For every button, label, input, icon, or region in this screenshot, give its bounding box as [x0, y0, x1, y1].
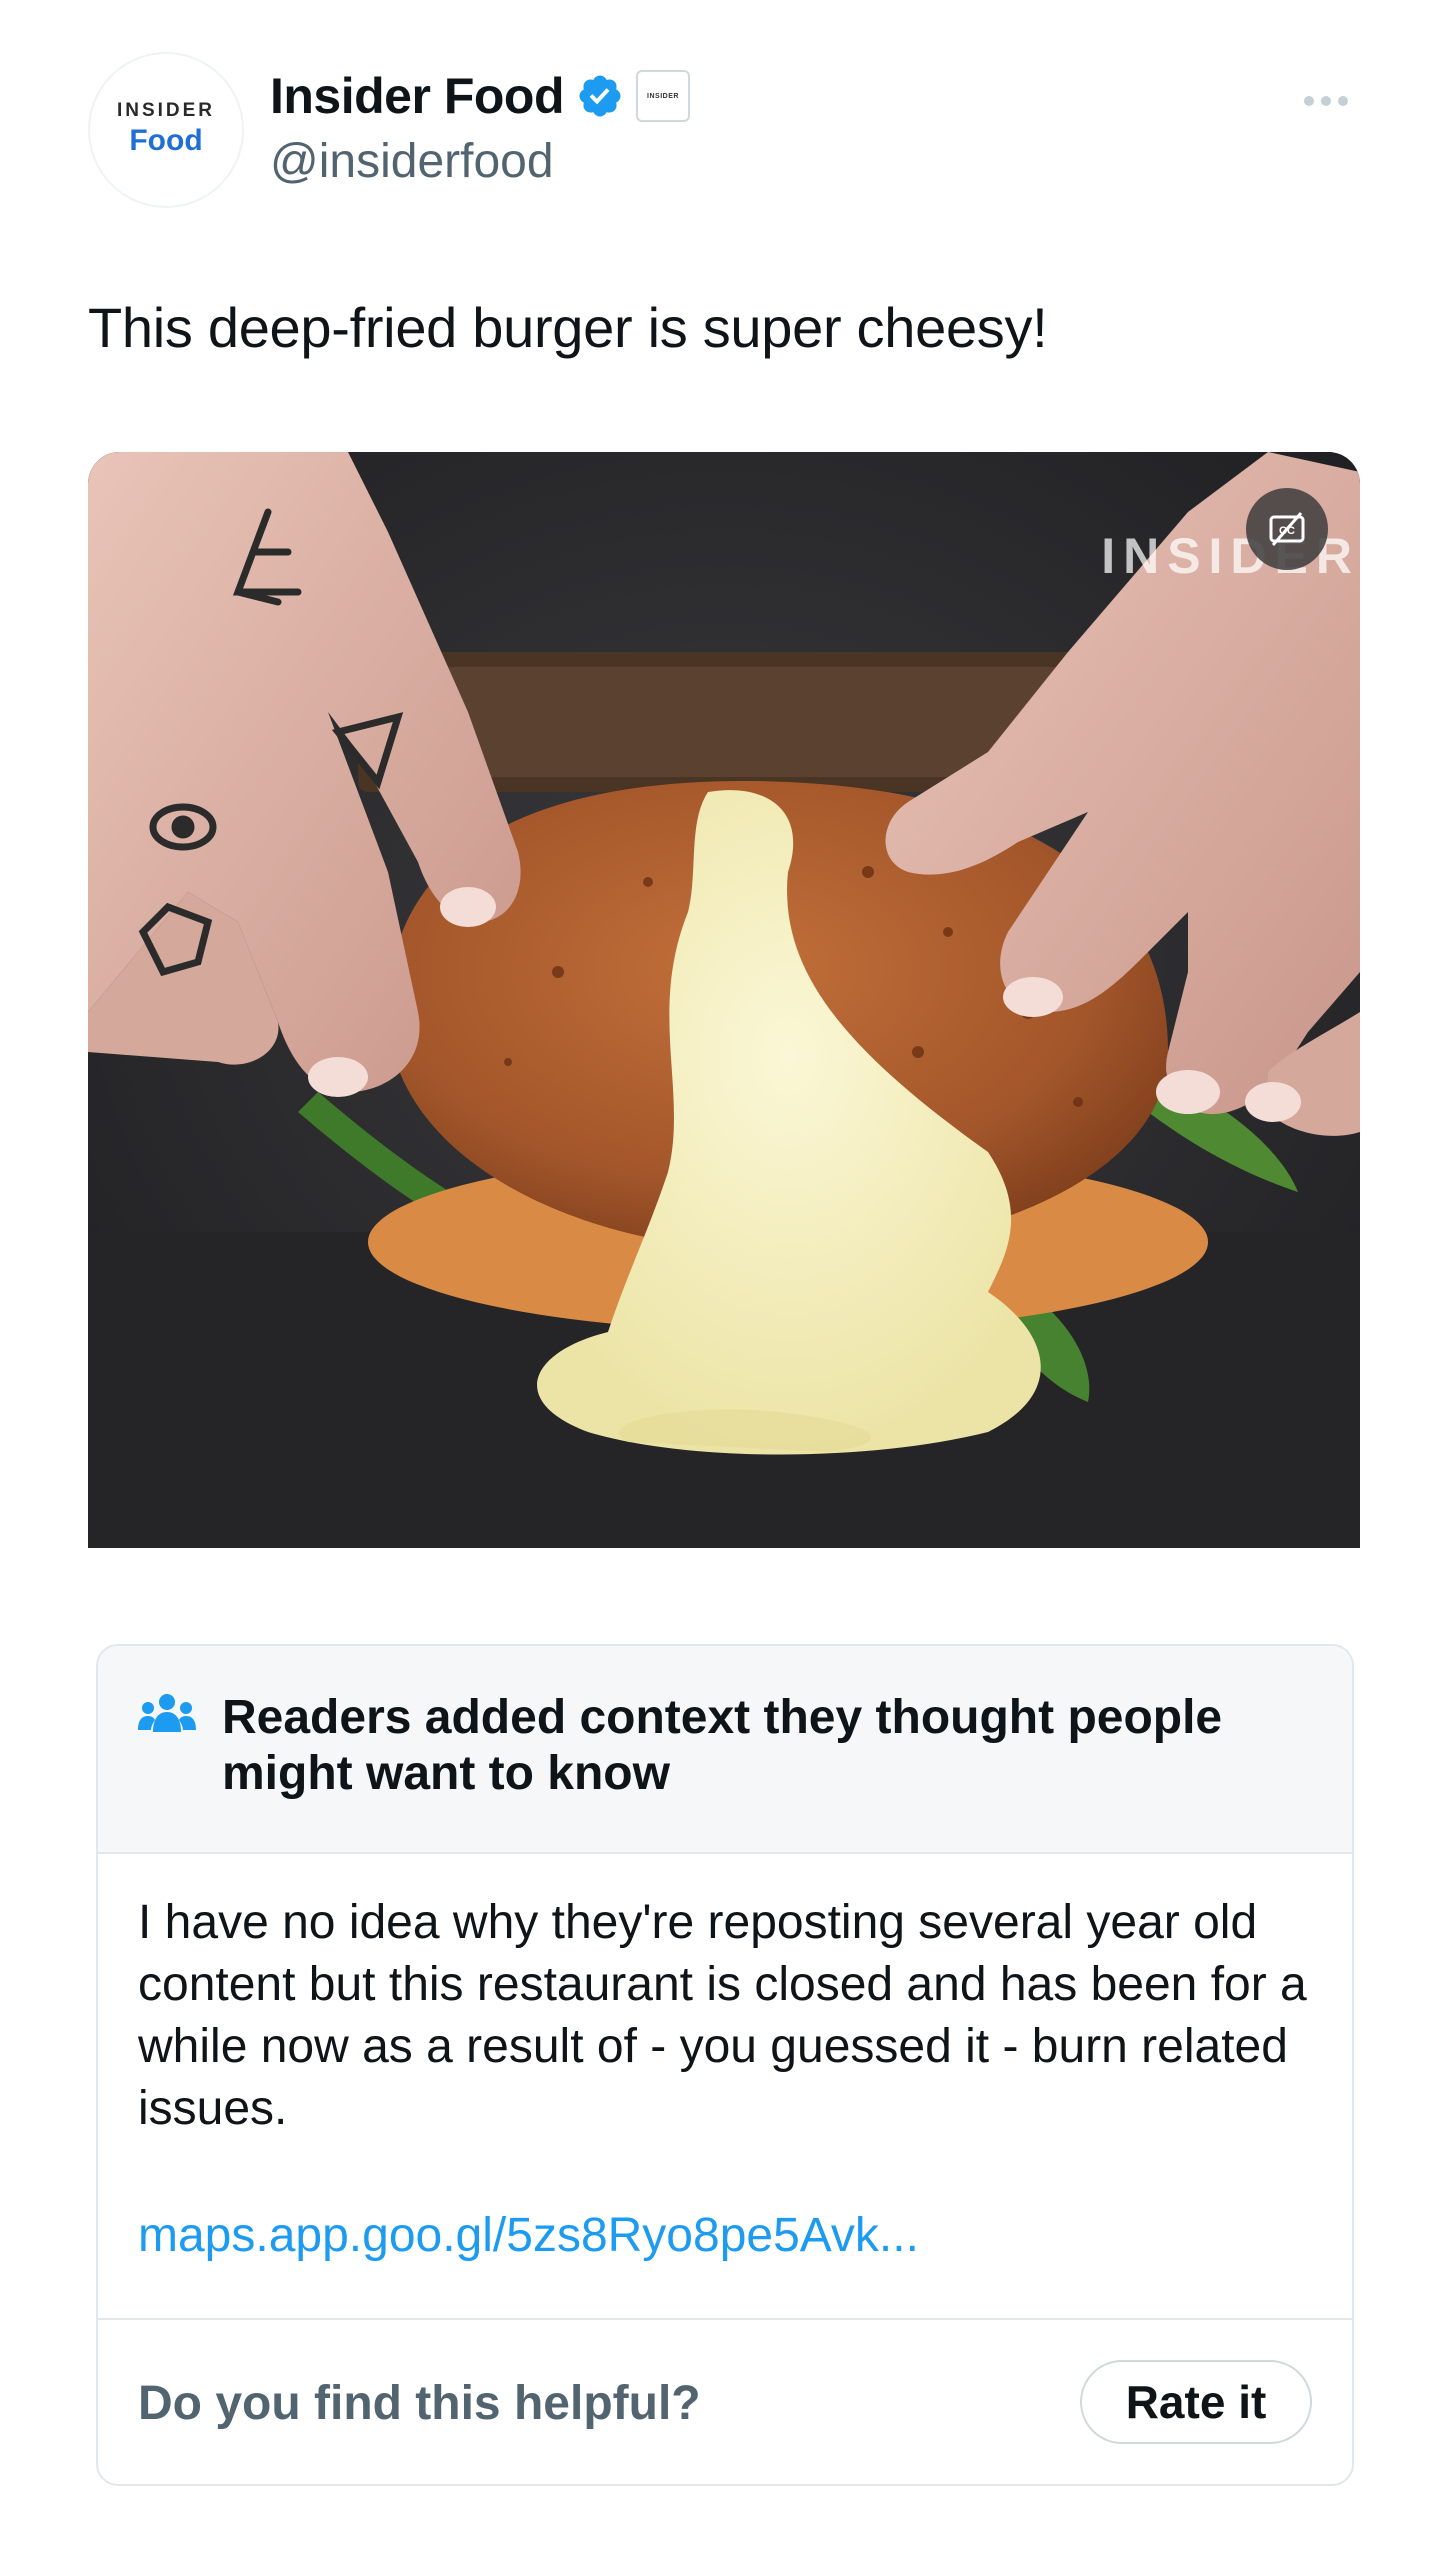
community-note-footer: Do you find this helpful? Rate it [98, 2318, 1352, 2484]
community-note-body: I have no idea why they're reposting sev… [138, 1896, 1307, 2135]
verified-badge-icon[interactable] [576, 72, 624, 120]
tweet-header: INSIDER Food Insider Food INSIDER @insid… [88, 52, 1352, 208]
community-note: Readers added context they thought peopl… [96, 1644, 1354, 2486]
tweet-text: This deep-fried burger is super cheesy! [88, 296, 1048, 359]
display-name[interactable]: Insider Food [270, 67, 565, 125]
affiliate-badge-text: INSIDER [647, 92, 679, 100]
video-frame-image [88, 452, 1360, 1548]
closed-captions-off-icon[interactable]: CC [1246, 488, 1328, 570]
avatar-text-top: INSIDER [116, 100, 216, 122]
community-note-link[interactable]: maps.app.goo.gl/5zs8Ryo8pe5Avk... [138, 2208, 919, 2263]
affiliate-badge[interactable]: INSIDER [636, 70, 690, 122]
avatar[interactable]: INSIDER Food [88, 52, 244, 208]
captions-icon-graphic: CC [1269, 512, 1305, 546]
community-note-header: Readers added context they thought peopl… [98, 1646, 1352, 1854]
name-row: Insider Food INSIDER [270, 66, 690, 126]
rate-it-button[interactable]: Rate it [1080, 2360, 1312, 2444]
tweet-video[interactable]: INSIDER CC [88, 452, 1360, 1548]
people-icon [138, 1694, 196, 1732]
avatar-text-bottom: Food [129, 124, 203, 158]
handle[interactable]: @insiderfood [270, 134, 554, 189]
more-options-icon[interactable] [1300, 86, 1352, 116]
helpful-prompt: Do you find this helpful? [138, 2377, 701, 2430]
community-note-title: Readers added context they thought peopl… [222, 1691, 1223, 1800]
